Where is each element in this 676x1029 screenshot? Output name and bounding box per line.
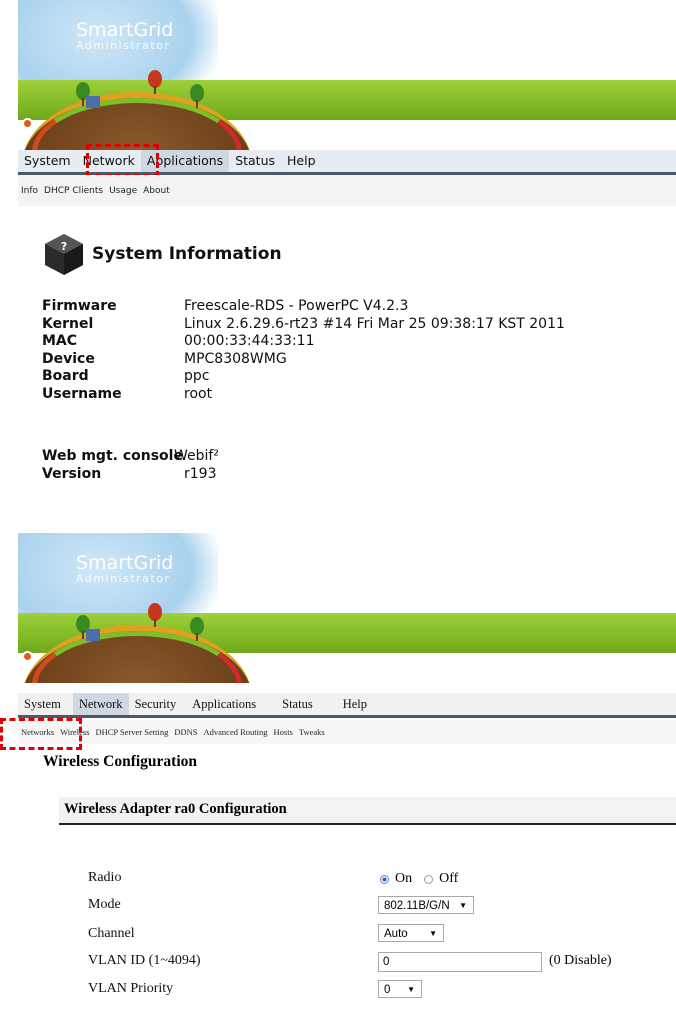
radio-off-label: Off [439, 871, 459, 887]
chevron-down-icon: ▼ [459, 901, 467, 910]
info-label-firmware: Firmware [42, 298, 117, 314]
info-label-username: Username [42, 385, 122, 402]
submenu-dhcp-clients[interactable]: DHCP Clients [41, 186, 106, 196]
info-value-device: MPC8308WMG [184, 350, 287, 367]
system-info-table: Firmware Freescale-RDS - PowerPC V4.2.3 … [42, 298, 676, 408]
menu-applications[interactable]: Applications [186, 693, 262, 715]
radio-off-button[interactable] [424, 874, 434, 884]
submenu-usage[interactable]: Usage [106, 186, 140, 196]
vlan-id-input[interactable]: 0 [378, 952, 542, 972]
channel-select[interactable]: Auto ▼ [378, 924, 444, 942]
submenu-ddns[interactable]: DDNS [171, 727, 200, 737]
channel-select-value: Auto [384, 928, 408, 940]
console-value: Webif² [174, 448, 219, 464]
menu-system[interactable]: System [18, 150, 77, 172]
version-label: Version [42, 466, 102, 482]
menu-system[interactable]: System [18, 693, 67, 715]
submenu-dhcp-server-setting[interactable]: DHCP Server Setting [92, 727, 171, 737]
networks-submenu-highlight [0, 718, 82, 750]
menu-network[interactable]: Network [72, 693, 129, 715]
network-menu-highlight [86, 144, 159, 177]
console-info: Web mgt. console Webif² Version r193 [42, 448, 442, 488]
info-value-mac: 00:00:33:44:33:11 [184, 333, 315, 349]
mode-select-value: 802.11B/G/N [384, 900, 450, 912]
submenu-hosts[interactable]: Hosts [271, 727, 296, 737]
menu-security[interactable]: Security [129, 693, 183, 715]
section-title: Wireless Adapter ra0 Configuration [64, 801, 287, 817]
vlan-id-hint: (0 Disable) [549, 953, 612, 968]
page-title: Wireless Configuration [43, 753, 198, 770]
submenu-tweaks[interactable]: Tweaks [296, 727, 328, 737]
vlan-id-label: VLAN ID (1~4094) [88, 953, 201, 968]
tree-icon [190, 617, 204, 641]
app-logo: SmartGrid Administrator [76, 20, 173, 52]
mode-select[interactable]: 802.11B/G/N ▼ [378, 896, 474, 914]
menu-help[interactable]: Help [337, 693, 373, 715]
mode-label: Mode [88, 897, 121, 912]
logo-subtitle: Administrator [76, 572, 171, 585]
tree-icon [190, 84, 204, 108]
logo-title: SmartGrid [76, 19, 174, 41]
main-menu: System Network Security Applications Sta… [18, 693, 676, 718]
menu-help[interactable]: Help [281, 150, 322, 172]
ball-icon [22, 651, 33, 662]
menu-status[interactable]: Status [229, 150, 281, 172]
menu-status[interactable]: Status [276, 693, 319, 715]
channel-label: Channel [88, 926, 135, 941]
info-value-username: root [184, 385, 213, 402]
submenu-advanced-routing[interactable]: Advanced Routing [201, 727, 271, 737]
sub-menu: Info DHCP Clients Usage About [18, 175, 676, 206]
house-icon [86, 96, 100, 108]
radio-group: On Off [380, 870, 466, 888]
house-icon [86, 629, 100, 641]
chevron-down-icon: ▼ [407, 985, 415, 994]
sub-menu: Networks Wireless DHCP Server Setting DD… [18, 720, 676, 744]
logo-subtitle: Administrator [76, 39, 171, 52]
info-label-kernel: Kernel [42, 315, 94, 332]
console-label: Web mgt. console [42, 448, 183, 464]
ball-icon [22, 118, 33, 129]
svg-text:?: ? [61, 240, 67, 253]
radio-label: Radio [88, 870, 122, 885]
app-header: SmartGrid Administrator [0, 533, 676, 683]
tree-icon [148, 70, 162, 94]
app-header: SmartGrid Administrator [0, 0, 676, 150]
submenu-info[interactable]: Info [18, 186, 41, 196]
info-label-device: Device [42, 350, 95, 367]
vlan-priority-select[interactable]: 0 ▼ [378, 980, 422, 998]
vlan-priority-label: VLAN Priority [88, 981, 174, 996]
submenu-about[interactable]: About [140, 186, 173, 196]
version-value: r193 [184, 466, 217, 482]
info-value-firmware: Freescale-RDS - PowerPC V4.2.3 [184, 298, 409, 314]
vlan-id-value: 0 [383, 956, 390, 968]
radio-on-button[interactable] [380, 874, 389, 884]
vlan-priority-select-value: 0 [384, 984, 391, 996]
radio-on-label: On [395, 871, 413, 887]
info-value-board: ppc [184, 368, 210, 384]
system-cube-icon: ? [45, 234, 83, 275]
app-logo: SmartGrid Administrator [76, 553, 173, 585]
tree-icon [148, 603, 162, 627]
info-label-board: Board [42, 368, 89, 384]
info-value-kernel: Linux 2.6.29.6-rt23 #14 Fri Mar 25 09:38… [184, 315, 565, 332]
info-label-mac: MAC [42, 333, 78, 349]
page-title: System Information [92, 244, 282, 264]
chevron-down-icon: ▼ [429, 929, 437, 938]
logo-title: SmartGrid [76, 552, 174, 574]
